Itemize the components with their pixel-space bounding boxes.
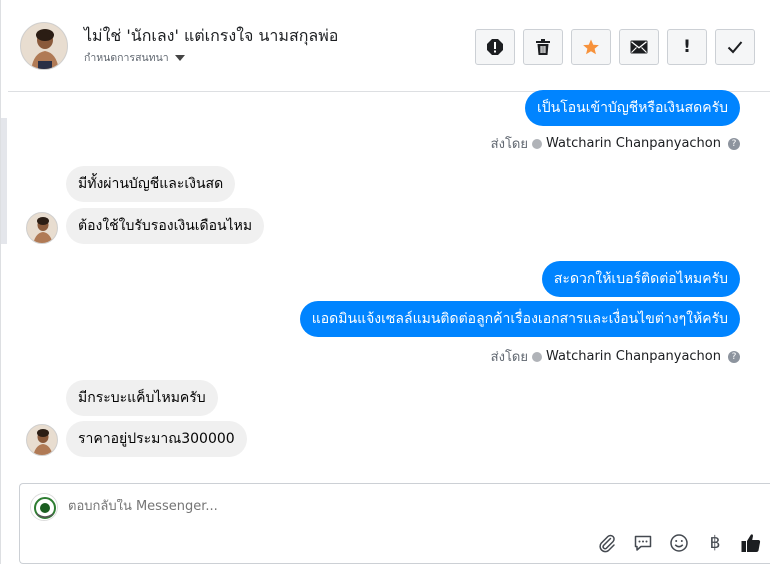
emoji-button[interactable] (667, 531, 691, 555)
conversation-header: ไม่ใช่ 'นักเลง' แต่เกรงใจ นามสกุลพ่อ กำห… (8, 0, 770, 92)
outgoing-message[interactable]: สะดวกให้เบอร์ติดต่อไหมครับ (541, 261, 740, 297)
mark-done-button[interactable] (715, 29, 755, 65)
incoming-message[interactable]: มีทั้งผ่านบัญชีและเงินสด (66, 166, 236, 202)
outgoing-message[interactable]: เป็นโอนเข้าบัญชีหรือเงินสดครับ (524, 90, 740, 126)
mark-unread-button[interactable] (619, 29, 659, 65)
star-icon (583, 39, 599, 55)
contact-avatar-small[interactable] (26, 212, 58, 244)
page-badge-icon (532, 351, 542, 362)
payment-button[interactable]: ฿ (703, 531, 727, 555)
sent-by-label: ส่งโดย (490, 137, 528, 152)
like-button[interactable] (739, 531, 763, 555)
report-button[interactable] (475, 29, 515, 65)
sent-by-label: ส่งโดย (490, 350, 528, 365)
trash-icon (536, 39, 550, 55)
help-icon[interactable]: ? (728, 137, 740, 150)
help-icon[interactable]: ? (728, 350, 740, 363)
exclamation-icon: ! (683, 37, 691, 57)
paperclip-icon (599, 534, 615, 553)
contact-name[interactable]: ไม่ใช่ 'นักเลง' แต่เกรงใจ นามสกุลพ่อ (84, 24, 338, 49)
caret-down-icon (174, 55, 185, 61)
reply-composer: ฿ (19, 483, 770, 564)
star-button[interactable] (571, 29, 611, 65)
saved-replies-button[interactable] (631, 531, 655, 555)
header-actions: ! (475, 29, 755, 65)
contact-avatar[interactable] (20, 22, 68, 70)
sender-name[interactable]: Watcharin Chanpanyachon (546, 136, 721, 151)
sent-by-line: ส่งโดย Watcharin Chanpanyachon ? (491, 346, 740, 367)
sender-name[interactable]: Watcharin Chanpanyachon (546, 349, 721, 364)
sent-by-line: ส่งโดย Watcharin Chanpanyachon ? (491, 133, 740, 154)
saved-replies-icon (634, 535, 652, 551)
envelope-icon (630, 40, 648, 54)
thumbs-up-icon (741, 534, 761, 552)
page-badge-icon (532, 138, 542, 149)
messenger-conversation-panel: ไม่ใช่ 'นักเลง' แต่เกรงใจ นามสกุลพ่อ กำห… (0, 0, 770, 564)
message-thread[interactable]: เป็นโอนเข้าบัญชีหรือเงินสดครับ ส่งโดย Wa… (8, 90, 770, 472)
delete-button[interactable] (523, 29, 563, 65)
contact-avatar-small[interactable] (26, 424, 58, 456)
page-avatar (30, 493, 58, 521)
emoji-icon (670, 534, 688, 552)
reply-input[interactable] (68, 499, 668, 514)
incoming-message[interactable]: ต้องใช้ใบรับรองเงินเดือนไหม (66, 208, 265, 244)
left-scrollbar[interactable] (1, 118, 7, 244)
mark-spam-button[interactable]: ! (667, 29, 707, 65)
incoming-message[interactable]: มีกระบะแค็บไหมครับ (66, 380, 218, 416)
conversation-schedule-dropdown[interactable]: กำหนดการสนทนา (84, 49, 185, 66)
baht-icon: ฿ (709, 533, 721, 553)
report-icon (487, 39, 503, 55)
check-icon (727, 41, 743, 54)
outgoing-message[interactable]: แอดมินแจ้งเซลล์แมนติดต่อลูกค้าเรื่องเอกส… (299, 301, 740, 337)
incoming-message[interactable]: ราคาอยู่ประมาณ300000 (66, 421, 247, 457)
attach-button[interactable] (595, 531, 619, 555)
composer-tools: ฿ (595, 531, 763, 555)
schedule-label: กำหนดการสนทนา (84, 52, 169, 64)
